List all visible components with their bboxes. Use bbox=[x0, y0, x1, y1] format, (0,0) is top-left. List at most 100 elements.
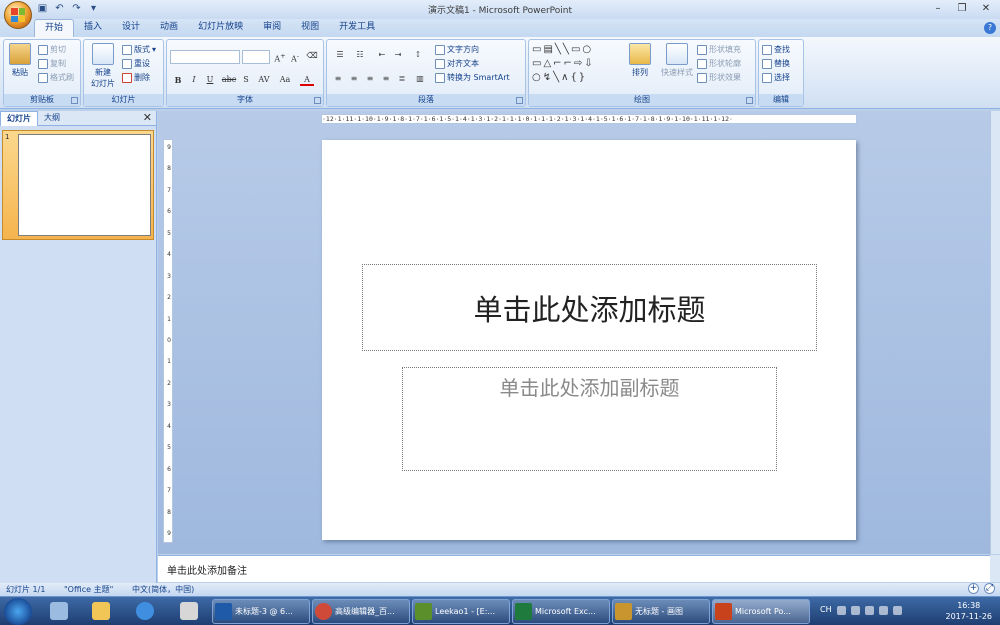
slide-thumbnail-row[interactable]: 1 bbox=[2, 130, 154, 240]
help-icon[interactable]: ? bbox=[984, 22, 996, 34]
increase-indent-icon[interactable]: ⇥ bbox=[391, 49, 405, 61]
clipboard-launcher-icon[interactable] bbox=[71, 97, 78, 104]
taskbar-item-excel[interactable]: Microsoft Exc... bbox=[512, 599, 610, 624]
replace-button[interactable]: 替换 bbox=[762, 58, 790, 69]
arrange-button[interactable]: 排列 bbox=[625, 43, 655, 78]
shadow-button[interactable]: S bbox=[239, 74, 253, 86]
subtitle-placeholder[interactable]: 单击此处添加副标题 bbox=[402, 367, 777, 471]
maximize-button[interactable]: ❐ bbox=[950, 1, 974, 16]
zoom-in-icon[interactable]: + bbox=[968, 583, 979, 594]
line-spacing-icon[interactable]: ↕ bbox=[411, 49, 425, 61]
align-text-button[interactable]: 对齐文本 bbox=[435, 58, 479, 69]
shape-outline-button[interactable]: 形状轮廓 bbox=[697, 58, 741, 69]
taskbar-item-powerpoint[interactable]: Microsoft Po... bbox=[712, 599, 810, 624]
distribute-icon[interactable]: ≣ bbox=[395, 73, 409, 85]
justify-icon[interactable]: ≡ bbox=[379, 73, 393, 85]
tab-design[interactable]: 设计 bbox=[112, 19, 150, 37]
start-button[interactable] bbox=[4, 598, 32, 625]
copy-button[interactable]: 复制 bbox=[38, 58, 66, 69]
tab-outline[interactable]: 大纲 bbox=[38, 111, 66, 126]
bold-button[interactable]: B bbox=[171, 74, 185, 86]
change-case-button[interactable]: Aa bbox=[276, 74, 294, 86]
tab-slideshow[interactable]: 幻灯片放映 bbox=[188, 19, 253, 37]
italic-button[interactable]: I bbox=[187, 74, 201, 86]
clear-format-icon[interactable]: ⌫ bbox=[305, 50, 319, 62]
cut-button[interactable]: 剪切 bbox=[38, 44, 66, 55]
reset-button[interactable]: 重设 bbox=[122, 58, 150, 69]
new-slide-button[interactable]: 新建 幻灯片 bbox=[86, 43, 120, 89]
task-label: 高级编辑器_百... bbox=[335, 607, 395, 616]
pinned-camera-icon[interactable] bbox=[174, 600, 204, 623]
clock[interactable]: 16:38 2017-11-26 bbox=[946, 600, 993, 622]
help-tray-icon[interactable] bbox=[850, 606, 860, 615]
input-language[interactable]: CH bbox=[820, 605, 832, 615]
window-title: 演示文稿1 - Microsoft PowerPoint bbox=[427, 6, 573, 16]
close-panel-icon[interactable]: ✕ bbox=[143, 111, 152, 125]
align-right-icon[interactable]: ≡ bbox=[363, 73, 377, 85]
reset-icon bbox=[122, 58, 132, 69]
bullets-icon[interactable]: ☰ bbox=[331, 49, 349, 61]
vertical-scrollbar[interactable] bbox=[990, 111, 1000, 554]
tab-home[interactable]: 开始 bbox=[34, 19, 75, 37]
taskbar-item-paint[interactable]: 无标题 - 画图 bbox=[612, 599, 710, 624]
tab-view[interactable]: 视图 bbox=[291, 19, 329, 37]
shapes-gallery[interactable]: ▭▤╲╲▭○ ▭△⌐⌐⇨⇩ ○↯╲∧{} bbox=[532, 43, 620, 87]
grow-font-icon[interactable]: A+ bbox=[273, 50, 287, 64]
quick-styles-button[interactable]: 快速样式 bbox=[657, 43, 697, 78]
font-size-combo[interactable] bbox=[242, 50, 270, 64]
close-button[interactable]: ✕ bbox=[974, 1, 998, 16]
font-name-combo[interactable] bbox=[170, 50, 240, 64]
notes-pane[interactable]: 单击此处添加备注 bbox=[158, 555, 990, 582]
tab-insert[interactable]: 插入 bbox=[74, 19, 112, 37]
format-painter-button[interactable]: 格式刷 bbox=[38, 72, 74, 83]
paste-button[interactable]: 粘贴 bbox=[7, 43, 33, 78]
fit-window-icon[interactable]: ⤢ bbox=[984, 583, 995, 594]
strikethrough-button[interactable]: abc bbox=[220, 74, 238, 86]
layout-button[interactable]: 版式 ▾ bbox=[122, 44, 156, 55]
taskbar-item-chrome[interactable]: 高级编辑器_百... bbox=[312, 599, 410, 624]
pinned-explorer-icon[interactable] bbox=[44, 600, 74, 623]
align-left-icon[interactable]: ≡ bbox=[331, 73, 345, 85]
network-icon[interactable] bbox=[878, 606, 888, 615]
text-direction-label: 文字方向 bbox=[447, 45, 479, 54]
numbering-icon[interactable]: ☷ bbox=[351, 49, 369, 61]
columns-icon[interactable]: ▥ bbox=[413, 73, 427, 85]
font-launcher-icon[interactable] bbox=[314, 97, 321, 104]
tab-slides[interactable]: 幻灯片 bbox=[0, 111, 38, 126]
pinned-folder-icon[interactable] bbox=[86, 600, 116, 623]
theme-status: "Office 主题" bbox=[64, 585, 114, 594]
taskbar-item-android-studio[interactable]: Leekao1 - [E:... bbox=[412, 599, 510, 624]
shape-effects-button[interactable]: 形状效果 bbox=[697, 72, 741, 83]
volume-icon[interactable] bbox=[892, 606, 902, 615]
select-button[interactable]: 选择 bbox=[762, 72, 790, 83]
delete-slide-button[interactable]: 删除 bbox=[122, 72, 150, 83]
align-center-icon[interactable]: ≡ bbox=[347, 73, 361, 85]
clock-time: 16:38 bbox=[957, 601, 981, 610]
font-color-button[interactable]: A bbox=[300, 74, 314, 86]
mic-icon[interactable] bbox=[864, 606, 874, 615]
ribbon: 粘贴 剪切 复制 格式刷 剪贴板 新建 幻灯片 版式 ▾ 重设 删除 幻灯片 A+… bbox=[0, 37, 1000, 109]
slide-thumbnail[interactable] bbox=[18, 134, 151, 236]
tab-review[interactable]: 审阅 bbox=[253, 19, 291, 37]
office-button[interactable] bbox=[4, 1, 32, 29]
notes-scrollbar[interactable] bbox=[990, 555, 1000, 582]
char-spacing-button[interactable]: AV bbox=[255, 74, 273, 86]
decrease-indent-icon[interactable]: ⇤ bbox=[375, 49, 389, 61]
title-placeholder[interactable]: 单击此处添加标题 bbox=[362, 264, 817, 351]
underline-button[interactable]: U bbox=[203, 74, 217, 86]
taskbar-item-photoshop[interactable]: 未标题-3 @ 6... bbox=[212, 599, 310, 624]
minimize-button[interactable]: – bbox=[926, 1, 950, 16]
shrink-font-icon[interactable]: A- bbox=[288, 50, 302, 64]
tab-developer[interactable]: 开发工具 bbox=[329, 19, 385, 37]
tab-animations[interactable]: 动画 bbox=[150, 19, 188, 37]
drawing-launcher-icon[interactable] bbox=[746, 97, 753, 104]
text-direction-button[interactable]: 文字方向 bbox=[435, 44, 479, 55]
keyboard-icon[interactable] bbox=[836, 606, 846, 615]
pinned-app-icon[interactable] bbox=[130, 600, 160, 623]
smartart-button[interactable]: 转换为 SmartArt bbox=[435, 72, 510, 83]
paragraph-launcher-icon[interactable] bbox=[516, 97, 523, 104]
shape-fill-button[interactable]: 形状填充 bbox=[697, 44, 741, 55]
slide-canvas[interactable]: 单击此处添加标题 单击此处添加副标题 bbox=[322, 140, 856, 540]
find-button[interactable]: 查找 bbox=[762, 44, 790, 55]
vruler-tick-label: 3 bbox=[167, 272, 171, 280]
